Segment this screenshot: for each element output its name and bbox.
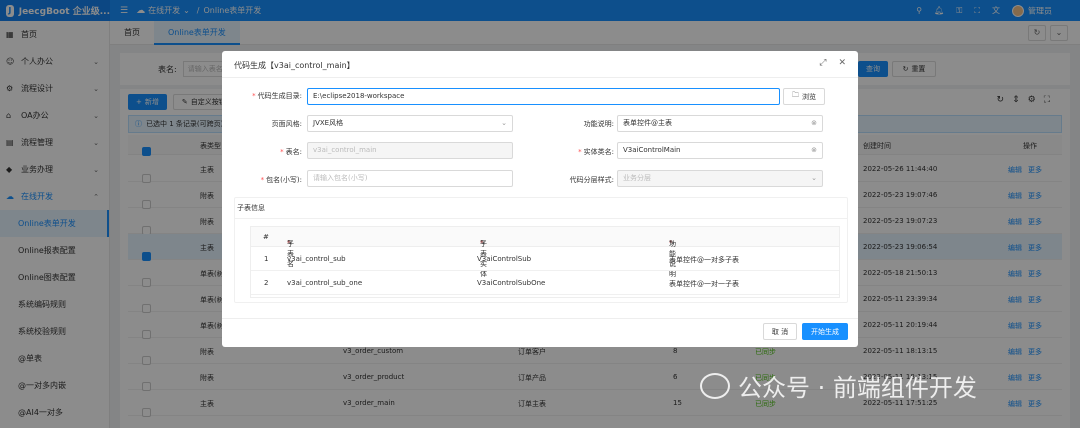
table-name-label: * 表名: (234, 147, 302, 157)
entity-name-label: * 实体类名: (552, 147, 614, 157)
func-desc-input[interactable]: 表单控件@主表 ⊗ (617, 115, 823, 132)
row-index: 1 (264, 255, 269, 263)
package-label-text: 包名(小写): (266, 176, 302, 184)
clear-icon[interactable]: ⊗ (811, 116, 817, 131)
modal-controls: ⤢ ✕ (819, 58, 846, 68)
row-index: 2 (264, 279, 269, 287)
sub-table-row: 2 v3ai_control_sub_one V3aiControlSubOne… (251, 271, 839, 295)
required-mark: * (260, 176, 265, 184)
maximize-icon[interactable]: ⤢ (819, 58, 826, 68)
required-mark: * (280, 148, 284, 156)
watermark-text: 公众号 · 前端组件开发 (738, 374, 977, 402)
divider (235, 218, 847, 219)
layer-style-select: 业务分层 ⌄ (617, 170, 823, 187)
row-sub-desc[interactable]: 表单控件@一对多子表 (669, 255, 739, 265)
required-mark: * (578, 148, 582, 156)
func-desc-label: 功能说明: (583, 120, 614, 128)
wechat-icon (700, 372, 730, 399)
code-gen-modal: 代码生成【v3ai_control_main】 ⤢ ✕ * 代码生成目录: E:\… (222, 51, 858, 347)
row-sub-entity[interactable]: V3aiControlSub (477, 255, 531, 263)
row-sub-desc[interactable]: 表单控件@一对一子表 (669, 279, 739, 289)
sub-table-header: # * ✎ 子表名 * ✎ 子表实体 * ✎ 功能说明 (251, 227, 839, 278)
start-generate-button[interactable]: 开始生成 (802, 323, 848, 340)
layer-style-value: 业务分层 (623, 174, 651, 182)
chevron-down-icon: ⌄ (501, 119, 507, 127)
browse-label: 浏览 (802, 92, 816, 101)
page-style-select[interactable]: JVXE风格 ⌄ (307, 115, 513, 132)
divider (222, 318, 858, 319)
clear-icon[interactable]: ⊗ (811, 143, 817, 158)
sub-table: # * ✎ 子表名 * ✎ 子表实体 * ✎ 功能说明 1 v3ai_control_… (250, 226, 840, 298)
entity-name-input[interactable]: V3aiControlMain ⊗ (617, 142, 823, 159)
entity-name-value: V3aiControlMain (623, 146, 681, 154)
divider (222, 77, 858, 78)
layer-style-label: 代码分层样式: (569, 176, 614, 184)
func-desc-value: 表单控件@主表 (623, 119, 672, 127)
required-mark: * (252, 92, 256, 100)
chevron-down-icon: ⌄ (811, 174, 817, 182)
cancel-button[interactable]: 取 消 (763, 323, 797, 340)
sub-table-row: 1 v3ai_control_sub V3aiControlSub 表单控件@一… (251, 247, 839, 271)
modal-title: 代码生成【v3ai_control_main】 (234, 61, 355, 70)
page-style-value: JVXE风格 (313, 119, 344, 127)
entity-name-label-text: 实体类名: (583, 148, 614, 156)
table-name-label-text: 表名: (285, 148, 302, 156)
output-dir-label-text: 代码生成目录: (257, 92, 302, 100)
sub-table-card: 子表信息 # * ✎ 子表名 * ✎ 子表实体 * ✎ 功能说明 1 v3ai_con… (234, 197, 848, 303)
close-icon[interactable]: ✕ (838, 58, 846, 68)
page-style-label: 页面风格: (271, 120, 302, 128)
folder-icon: 🗀 (792, 91, 799, 99)
row-sub-name[interactable]: v3ai_control_sub (287, 255, 346, 263)
watermark: 公众号 · 前端组件开发 (700, 368, 977, 403)
browse-button[interactable]: 🗀 浏览 (783, 88, 825, 105)
table-name-input: v3ai_control_main (307, 142, 513, 159)
output-dir-label: * 代码生成目录: (234, 91, 302, 101)
package-label: * 包名(小写): (234, 175, 302, 185)
output-dir-input[interactable]: E:\eclipse2018-workspace (307, 88, 780, 105)
row-sub-name[interactable]: v3ai_control_sub_one (287, 279, 362, 287)
package-input[interactable]: 请输入包名(小写) (307, 170, 513, 187)
sub-section-title: 子表信息 (237, 204, 265, 212)
row-sub-entity[interactable]: V3aiControlSubOne (477, 279, 545, 287)
col-index: # (263, 233, 269, 241)
